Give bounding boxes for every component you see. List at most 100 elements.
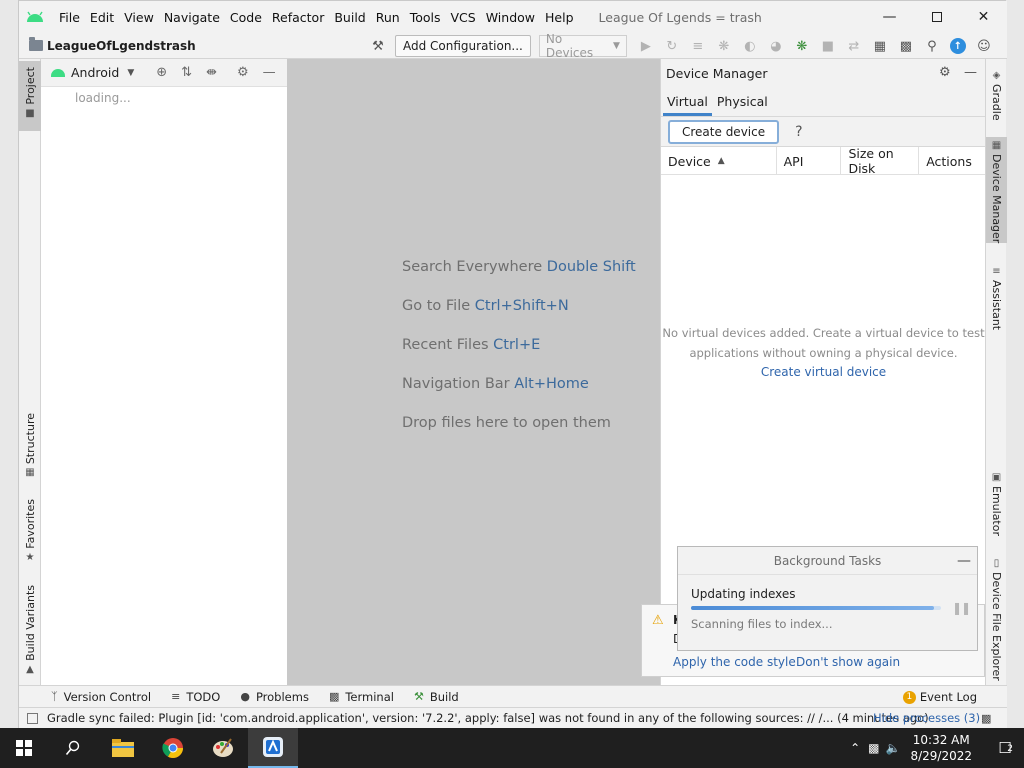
tab-terminal[interactable]: ▩ Terminal <box>329 690 394 704</box>
clock-date: 8/29/2022 <box>910 749 972 763</box>
profile-icon[interactable]: ◕ <box>763 35 789 57</box>
dont-show-again-link[interactable]: Don't show again <box>796 655 900 669</box>
tab-emulator[interactable]: ▣ Emulator <box>986 469 1007 536</box>
create-virtual-device-link[interactable]: Create virtual device <box>661 365 986 379</box>
menu-tools[interactable]: Tools <box>405 10 446 25</box>
chevron-down-icon[interactable]: ▼ <box>127 68 134 78</box>
close-button[interactable]: ✕ <box>960 1 1007 33</box>
taskbar-search-button[interactable] <box>48 728 98 768</box>
device-manager-icon[interactable]: ▦ <box>867 35 893 57</box>
menu-file[interactable]: File <box>54 10 85 25</box>
search-icon[interactable]: ⚲ <box>919 35 945 57</box>
menu-vcs[interactable]: VCS <box>446 10 481 25</box>
menu-window[interactable]: Window <box>481 10 540 25</box>
sdk-manager-icon[interactable]: ▩ <box>893 35 919 57</box>
locate-icon[interactable]: ⊕ <box>156 65 167 80</box>
maximize-button[interactable] <box>913 1 960 33</box>
tab-todo[interactable]: ≡ TODO <box>171 690 220 704</box>
assistant-icon: ≡ <box>992 266 1001 277</box>
tab-emulator-label: Emulator <box>990 486 1003 536</box>
menu-view[interactable]: View <box>119 10 159 25</box>
taskbar-chrome[interactable] <box>148 728 198 768</box>
warning-icon: ⚠ <box>652 613 664 628</box>
minimize-icon[interactable]: — <box>957 553 971 569</box>
tab-favorites[interactable]: Favorites ★ <box>19 499 41 565</box>
column-device[interactable]: Device ▲ <box>661 147 777 175</box>
clock[interactable]: 10:32 AM 8/29/2022 <box>910 732 972 764</box>
column-api[interactable]: API <box>777 147 842 175</box>
collapse-all-icon[interactable]: ⇼ <box>206 65 217 80</box>
run-icon[interactable]: ▶ <box>633 35 659 57</box>
network-icon[interactable]: ▩ <box>868 741 879 755</box>
gear-icon[interactable]: ⚙ <box>939 65 951 80</box>
android-studio-logo-icon <box>27 11 43 22</box>
project-pane: Android ▼ ⊕ ⇅ ⇼ ⚙ — loading... <box>41 59 288 685</box>
menu-help[interactable]: Help <box>540 10 579 25</box>
taskbar-file-explorer[interactable] <box>98 728 148 768</box>
hint-go-to-file: Go to File Ctrl+Shift+N <box>402 298 569 314</box>
volume-icon[interactable]: 🔈 <box>886 741 901 755</box>
hammer-icon[interactable]: ⚒ <box>365 35 391 57</box>
hide-icon[interactable]: — <box>964 65 977 80</box>
tool-windows-toggle-icon[interactable] <box>27 712 38 724</box>
attach-debugger-icon[interactable]: ❋ <box>789 35 815 57</box>
create-device-button[interactable]: Create device <box>668 119 780 144</box>
tab-project[interactable]: Project ■ <box>19 61 41 131</box>
gear-icon[interactable]: ⚙ <box>237 65 249 80</box>
column-actions[interactable]: Actions <box>919 147 985 175</box>
status-message[interactable]: Gradle sync failed: Plugin [id: 'com.and… <box>47 711 929 725</box>
task-title: Updating indexes <box>691 587 796 601</box>
tab-build[interactable]: ⚒ Build <box>414 690 459 704</box>
project-view-selector[interactable]: Android <box>71 65 119 80</box>
account-icon[interactable]: ☺ <box>971 35 997 57</box>
devices-dropdown[interactable]: No Devices ▼ <box>538 32 627 60</box>
menu-build[interactable]: Build <box>329 10 370 25</box>
task-progress-bar <box>691 606 941 610</box>
apply-code-style-link[interactable]: Apply the code style <box>673 655 796 669</box>
gradle-sync-icon[interactable]: ⇄ <box>841 35 867 57</box>
apply-changes-icon[interactable]: ≡ <box>685 35 711 57</box>
tab-build-variants[interactable]: Build Variants ▲ <box>19 585 41 675</box>
tab-physical[interactable]: Physical <box>713 94 772 116</box>
menu-refactor[interactable]: Refactor <box>267 10 329 25</box>
coverage-icon[interactable]: ◐ <box>737 35 763 57</box>
tab-virtual[interactable]: Virtual <box>663 94 712 116</box>
tab-device-file-explorer[interactable]: ▯ Device File Explorer <box>986 555 1007 681</box>
debug-icon[interactable]: ❋ <box>711 35 737 57</box>
window-controls: — ✕ <box>866 1 1007 33</box>
project-breadcrumb[interactable]: LeagueOfLgendstrash <box>29 37 196 53</box>
stop-icon[interactable]: ■ <box>815 35 841 57</box>
menu-run[interactable]: Run <box>371 10 405 25</box>
minimize-button[interactable]: — <box>866 1 913 33</box>
tab-event-log[interactable]: 1 Event Log <box>902 686 977 708</box>
tab-gradle[interactable]: ◈ Gradle <box>986 67 1007 127</box>
taskbar-paint[interactable] <box>198 728 248 768</box>
menu-edit[interactable]: Edit <box>85 10 119 25</box>
tab-problems[interactable]: ● Problems <box>240 690 309 704</box>
action-center-button[interactable]: ☐ 2 <box>986 739 1024 757</box>
column-size-on-disk[interactable]: Size on Disk <box>841 146 920 176</box>
memory-indicator-icon[interactable]: ▩ <box>981 712 991 725</box>
tab-version-control[interactable]: ᛉ Version Control <box>51 690 151 704</box>
pause-icon[interactable]: ❚❚ <box>952 601 971 615</box>
android-studio-icon <box>263 737 283 757</box>
menu-navigate[interactable]: Navigate <box>159 10 225 25</box>
tab-device-manager[interactable]: ▦ Device Manager <box>986 137 1007 243</box>
rerun-icon[interactable]: ↻ <box>659 35 685 57</box>
hide-processes-link[interactable]: Hide processes (3) <box>873 711 980 725</box>
chevron-up-icon[interactable]: ⌃ <box>850 741 860 755</box>
hide-icon[interactable]: — <box>263 65 276 80</box>
add-configuration-button[interactable]: Add Configuration... <box>395 35 531 57</box>
expand-all-icon[interactable]: ⇅ <box>181 65 192 80</box>
background-tasks-header: Background Tasks — <box>678 547 977 575</box>
start-button[interactable] <box>0 728 48 768</box>
taskbar-android-studio[interactable] <box>248 728 298 768</box>
help-icon[interactable]: ? <box>795 124 802 140</box>
tab-structure[interactable]: Structure ▦ <box>19 413 41 483</box>
hint-navigation-bar: Navigation Bar Alt+Home <box>402 376 589 392</box>
devices-dropdown-label: No Devices <box>545 32 594 60</box>
update-icon[interactable]: ↑ <box>945 35 971 57</box>
tab-assistant[interactable]: ≡ Assistant <box>986 263 1007 330</box>
hint-drop-files: Drop files here to open them <box>402 415 611 431</box>
menu-code[interactable]: Code <box>225 10 267 25</box>
